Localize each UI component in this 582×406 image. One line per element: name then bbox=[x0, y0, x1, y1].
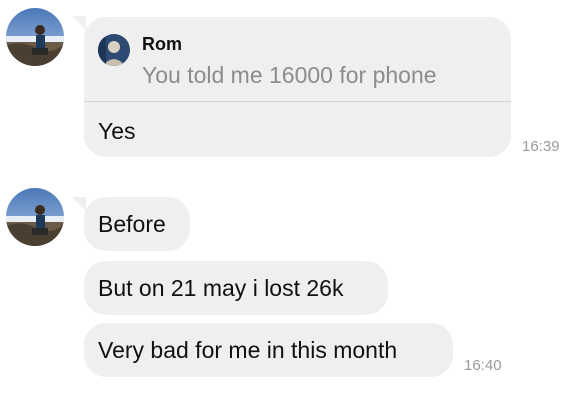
bubble-tail bbox=[72, 197, 86, 211]
message-text: Very bad for me in this month bbox=[98, 337, 398, 363]
reply-author-name: Rom bbox=[142, 34, 182, 54]
message-timestamp: 16:40 bbox=[464, 357, 502, 374]
reply-author-avatar bbox=[98, 34, 130, 66]
avatar-photo-icon bbox=[6, 8, 64, 66]
bubble-tail bbox=[72, 16, 86, 30]
reply-message-bubble[interactable]: Rom You told me 16000 for phone Yes bbox=[84, 17, 511, 157]
message-bubble[interactable]: But on 21 may i lost 26k bbox=[84, 261, 388, 315]
reply-divider bbox=[84, 101, 511, 102]
message-text: But on 21 may i lost 26k bbox=[98, 275, 344, 301]
message-text: Yes bbox=[98, 118, 136, 144]
avatar-photo-icon bbox=[98, 34, 130, 66]
avatar-photo-icon bbox=[6, 188, 64, 246]
message-timestamp: 16:39 bbox=[522, 138, 560, 155]
reply-quoted-text: You told me 16000 for phone bbox=[142, 62, 437, 88]
message-bubble[interactable]: Very bad for me in this month bbox=[84, 323, 453, 377]
sender-avatar[interactable] bbox=[6, 188, 64, 246]
message-text: Before bbox=[98, 211, 166, 237]
message-bubble[interactable]: Before bbox=[84, 197, 190, 251]
sender-avatar[interactable] bbox=[6, 8, 64, 66]
